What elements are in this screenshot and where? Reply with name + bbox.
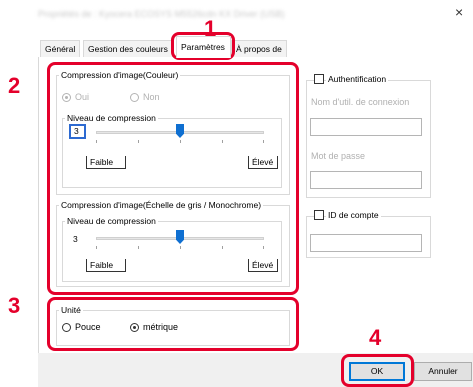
highlight-unit — [47, 297, 299, 351]
callout-4: 4 — [369, 325, 382, 350]
password-label: Mot de passe — [311, 151, 366, 161]
window-title: Propriétés de : Kyocera ECOSYS M5526cdn … — [38, 9, 285, 19]
authentication-label: Authentification — [326, 74, 389, 84]
tab-settings[interactable]: Paramètres — [176, 36, 231, 58]
cancel-button[interactable]: Annuler — [414, 362, 472, 381]
username-field[interactable] — [310, 118, 422, 136]
close-icon[interactable]: × — [455, 4, 463, 20]
password-field[interactable] — [310, 171, 422, 189]
account-field[interactable] — [310, 234, 422, 252]
highlight-compression — [47, 62, 299, 295]
authentication-checkbox[interactable] — [314, 74, 324, 84]
tab-about[interactable]: À propos de — [231, 40, 287, 57]
highlight-ok — [341, 354, 414, 387]
username-label: Nom d'util. de connexion — [311, 97, 410, 107]
tab-general[interactable]: Général — [40, 40, 81, 57]
callout-2: 2 — [8, 73, 21, 98]
callout-3: 3 — [8, 293, 21, 318]
account-label: ID de compte — [326, 210, 381, 220]
account-checkbox[interactable] — [314, 210, 324, 220]
tab-color-management[interactable]: Gestion des couleurs — [83, 40, 173, 57]
